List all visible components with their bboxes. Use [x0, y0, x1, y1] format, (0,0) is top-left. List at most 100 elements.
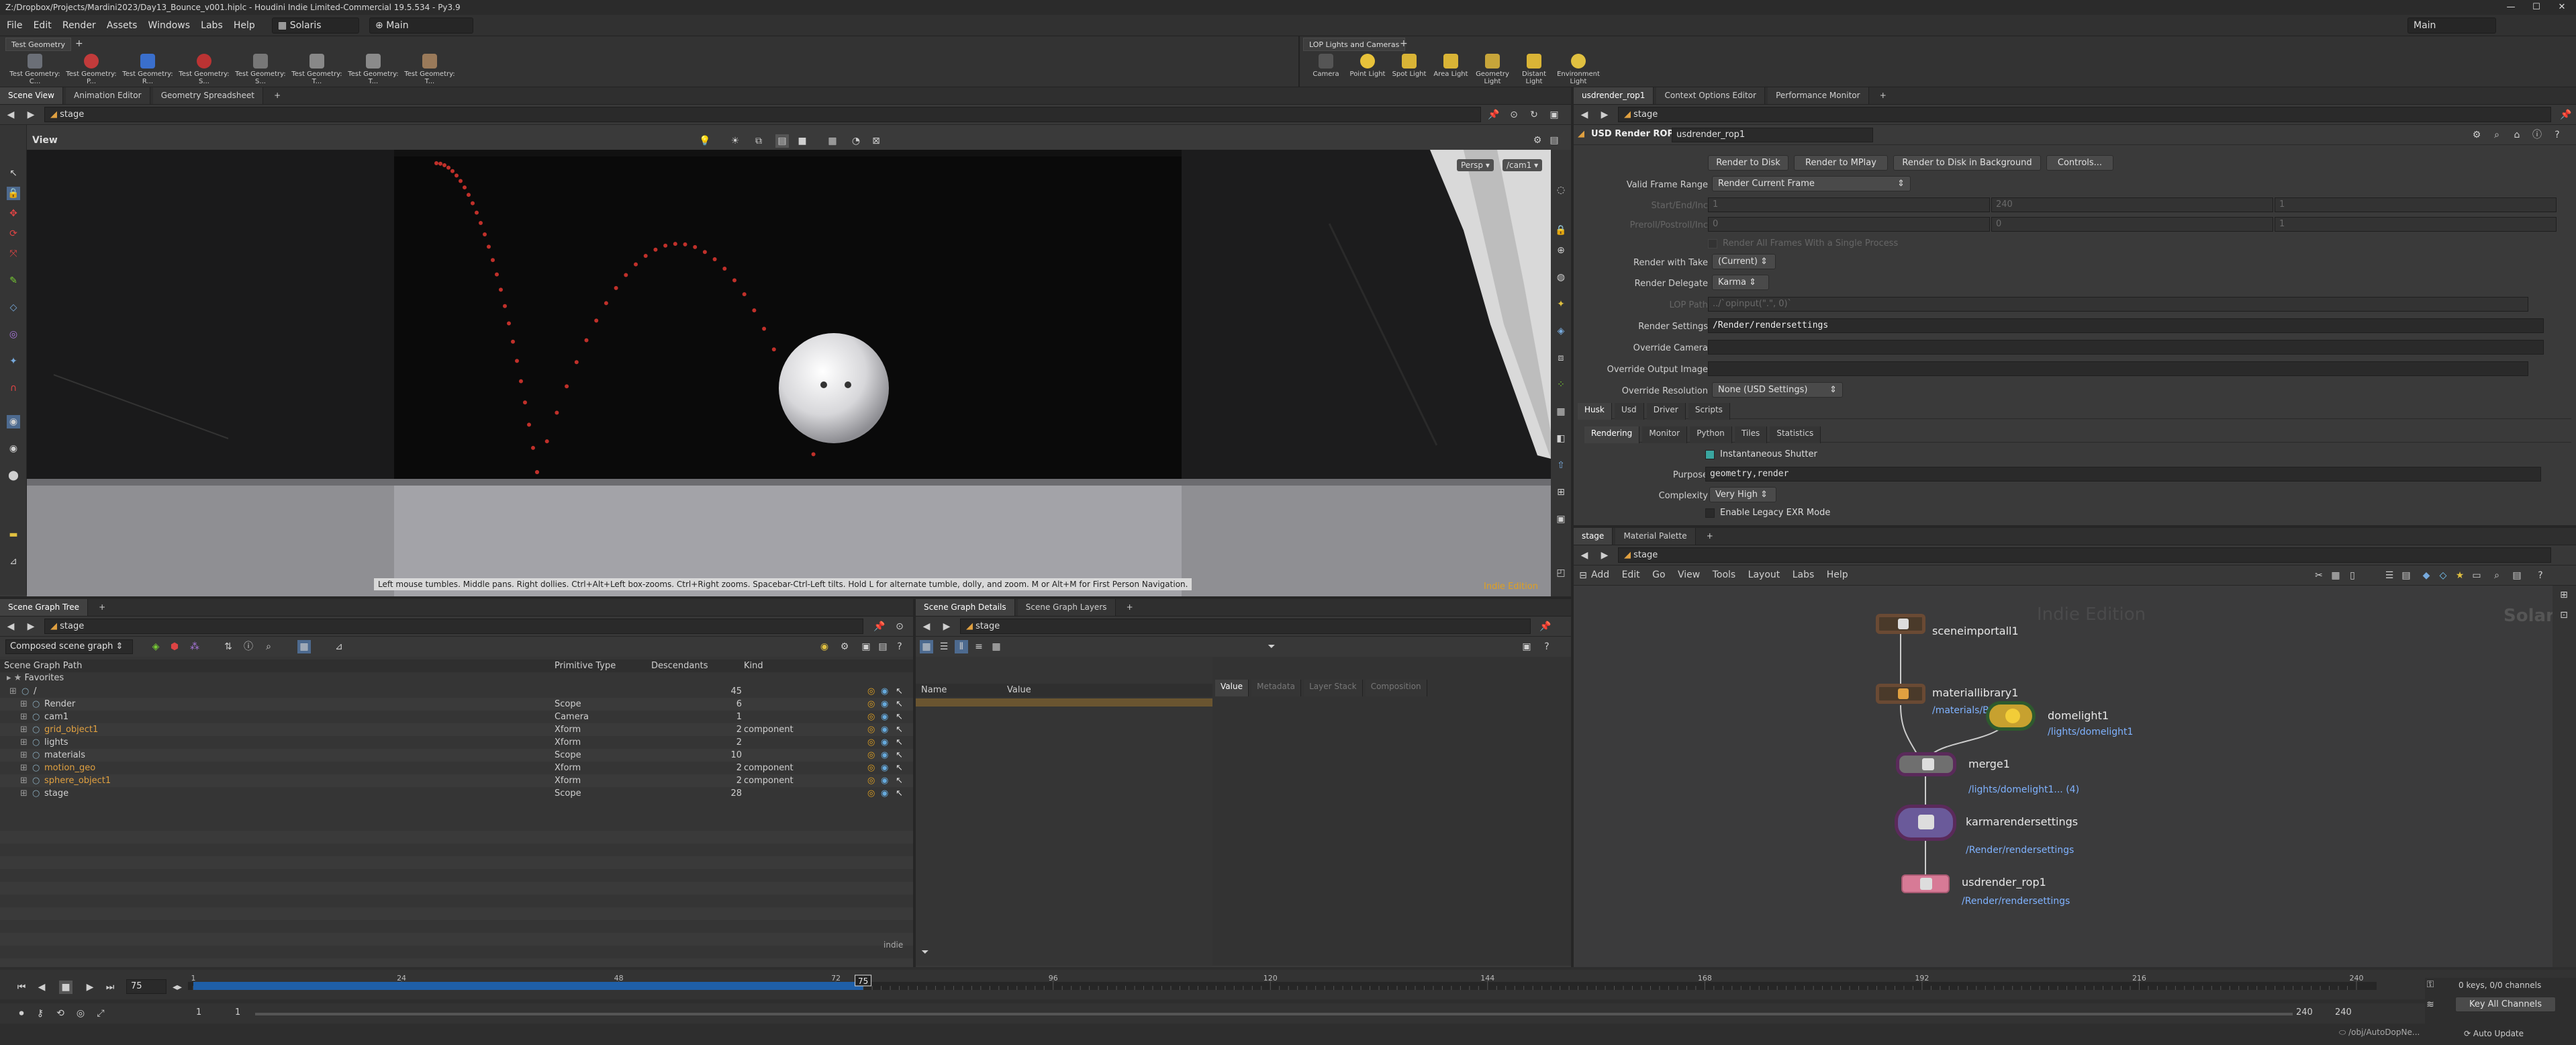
minimize-button[interactable]: —: [2501, 0, 2521, 15]
visibility-icon[interactable]: ◉: [881, 723, 888, 736]
param-pin-icon[interactable]: 📌: [2559, 108, 2573, 122]
sg-back-icon[interactable]: ◀: [4, 620, 17, 633]
pin-icon[interactable]: 📌: [1487, 108, 1500, 122]
sg-search-icon[interactable]: ⌕: [262, 640, 275, 653]
select-toggle-icon[interactable]: ↖: [896, 749, 903, 762]
expand-icon[interactable]: ⊞: [20, 749, 28, 762]
visibility-icon[interactable]: ◉: [881, 749, 888, 762]
add-network-tab-icon[interactable]: +: [1699, 528, 1721, 545]
sg-row[interactable]: ⊞ ○ sphere_object1 Xform 2 component ◎ ◉ ↖: [0, 774, 913, 787]
refresh-icon[interactable]: ↻: [1527, 108, 1541, 122]
menu-windows[interactable]: Windows: [144, 15, 195, 36]
net-shape-icon[interactable]: ◇: [2436, 569, 2450, 582]
expand-icon[interactable]: ⊞: [20, 698, 28, 711]
visualize-icon[interactable]: ◈: [1554, 324, 1568, 338]
light-mode-icon[interactable]: 💡: [698, 134, 712, 148]
net-badge-icon[interactable]: ★: [2453, 569, 2467, 582]
tool-spot-light[interactable]: Spot Light: [1388, 54, 1430, 86]
stop-icon[interactable]: ■: [59, 981, 73, 994]
legacy-exr-checkbox[interactable]: [1705, 508, 1715, 518]
details-path[interactable]: ◢ stage: [960, 619, 1531, 634]
tool-test-geometry-8[interactable]: Test Geometry: T...: [403, 54, 457, 86]
start-frame[interactable]: 1: [196, 1007, 201, 1017]
shelf-tab-lop-lights[interactable]: LOP Lights and Cameras: [1303, 38, 1406, 51]
ghost-icon[interactable]: ◍: [1554, 271, 1568, 284]
select-toggle-icon[interactable]: ↖: [896, 723, 903, 736]
tab-stage[interactable]: stage: [1574, 528, 1613, 545]
net-collapse-icon[interactable]: ⊟: [1576, 569, 1590, 582]
sg-col-type[interactable]: Primitive Type: [555, 660, 616, 672]
light-toggle-icon[interactable]: ◎: [867, 698, 875, 711]
light-toggle-icon[interactable]: ◎: [867, 711, 875, 723]
visibility-icon[interactable]: ◉: [881, 685, 888, 698]
details-camera-icon[interactable]: ▣: [1520, 640, 1533, 653]
normal-icon[interactable]: ⇧: [1554, 459, 1568, 472]
tool-point-light[interactable]: Point Light: [1347, 54, 1388, 86]
add-tab-icon[interactable]: +: [266, 87, 289, 104]
light-toggle-icon[interactable]: ◎: [867, 723, 875, 736]
details-back-icon[interactable]: ◀: [920, 620, 933, 633]
sg-row[interactable]: ⊞ ○ Render Scope 6 ◎ ◉ ↖: [0, 698, 913, 711]
select-toggle-icon[interactable]: ↖: [896, 685, 903, 698]
tab-usdrender-rop1[interactable]: usdrender_rop1: [1574, 87, 1654, 104]
viewer-path[interactable]: ◢ stage: [44, 107, 1481, 122]
tab-animation-editor[interactable]: Animation Editor: [66, 87, 150, 104]
realtime-icon[interactable]: ⏺: [15, 1007, 28, 1020]
display-icon[interactable]: ▤: [775, 134, 789, 148]
expand-icon[interactable]: ⊞: [20, 723, 28, 736]
details-grid-icon[interactable]: ▦: [990, 640, 1003, 653]
eye-icon[interactable]: ◉: [7, 442, 20, 455]
net-search-icon[interactable]: ⌕: [2490, 569, 2503, 582]
tab-value[interactable]: Value: [1215, 680, 1249, 696]
details-selected-row[interactable]: [916, 698, 1212, 707]
node-materiallibrary1[interactable]: [1876, 684, 1925, 704]
expand-icon[interactable]: ⊞: [20, 787, 28, 800]
start-frame-2[interactable]: 1: [235, 1007, 240, 1017]
tool-area-light[interactable]: Area Light: [1430, 54, 1472, 86]
select-icon[interactable]: ↖: [7, 167, 20, 180]
add-details-tab-icon[interactable]: +: [1118, 599, 1141, 616]
render-preview-icon[interactable]: ◔: [849, 134, 863, 148]
sg-filter-icon[interactable]: ⁂: [188, 640, 201, 653]
tool-test-geometry-1[interactable]: Test Geometry: C...: [8, 54, 62, 86]
tab-scene-graph-details[interactable]: Scene Graph Details: [916, 599, 1015, 616]
viewer-settings-icon[interactable]: ⚙: [1531, 134, 1544, 147]
snap-grid-icon[interactable]: ⊕: [1554, 244, 1568, 257]
sg-camera-icon[interactable]: ▣: [859, 640, 873, 653]
help-icon[interactable]: ?: [2550, 128, 2564, 142]
camera-menu[interactable]: /cam1 ▾: [1502, 159, 1543, 171]
play-icon[interactable]: ▶: [83, 981, 97, 994]
net-side-icon-1[interactable]: ⊞: [2557, 588, 2571, 602]
network-editor[interactable]: Indie Edition Solaris sceneimportall1 ma…: [1574, 586, 2553, 967]
net-menu-edit[interactable]: Edit: [1622, 570, 1640, 580]
net-help-icon[interactable]: ?: [2534, 569, 2547, 582]
menu-labs[interactable]: Labs: [197, 15, 227, 36]
override-output-field[interactable]: [1708, 361, 2528, 376]
tab-tiles[interactable]: Tiles: [1734, 426, 1768, 443]
sg-settings-icon[interactable]: ⚙: [838, 640, 851, 653]
menu-help[interactable]: Help: [230, 15, 259, 36]
render-settings-field[interactable]: /Render/rendersettings: [1708, 318, 2544, 333]
details-pin-icon[interactable]: 📌: [1539, 620, 1552, 633]
override-resolution-menu[interactable]: None (USD Settings) ⇕: [1712, 382, 1843, 398]
net-menu-view[interactable]: View: [1678, 570, 1700, 580]
preroll-field[interactable]: 0: [1708, 217, 1990, 232]
rotate-icon[interactable]: ⟳: [7, 227, 20, 240]
lock-camera-icon[interactable]: 🔒: [1554, 224, 1568, 237]
tab-rendering[interactable]: Rendering: [1584, 426, 1640, 443]
snap-icon[interactable]: ⬤: [7, 469, 20, 482]
tab-husk[interactable]: Husk: [1578, 403, 1612, 420]
tab-python[interactable]: Python: [1690, 426, 1732, 443]
bookmark-icon[interactable]: ⌂: [2510, 128, 2524, 142]
grid-icon[interactable]: ▦: [1554, 405, 1568, 418]
controls-button[interactable]: Controls...: [2046, 155, 2113, 171]
light-link-icon[interactable]: ✦: [1554, 298, 1568, 311]
sg-light-icon[interactable]: ◉: [818, 640, 831, 653]
magnet-icon[interactable]: ∩: [7, 381, 20, 395]
tab-geometry-spreadsheet[interactable]: Geometry Spreadsheet: [152, 87, 263, 104]
details-bottom-filter-icon[interactable]: ⏷: [918, 946, 932, 959]
expand-icon[interactable]: ⊞: [20, 762, 28, 774]
layout-icon[interactable]: ▣: [1547, 108, 1561, 122]
sg-info-icon[interactable]: ⓘ: [242, 640, 255, 653]
tool-test-geometry-3[interactable]: Test Geometry: R...: [121, 54, 175, 86]
